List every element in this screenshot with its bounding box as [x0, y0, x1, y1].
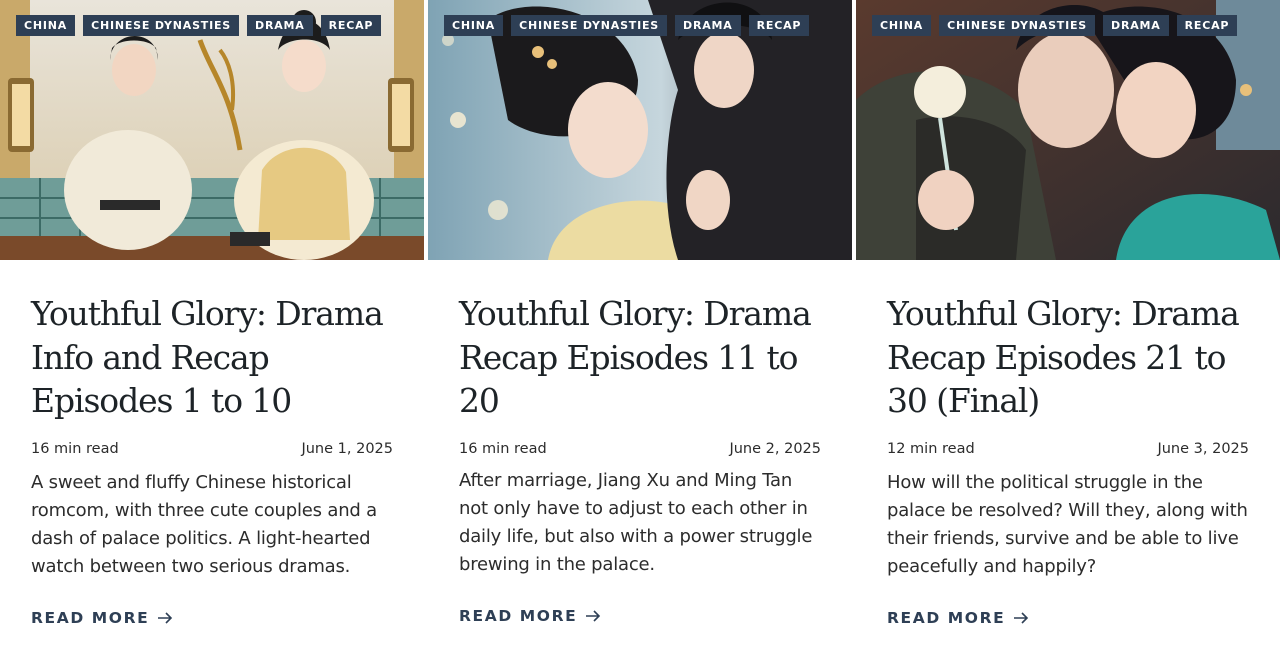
post-thumbnail-image	[856, 0, 1280, 260]
post-grid: CHINA CHINESE DYNASTIES DRAMA RECAP Yout…	[0, 0, 1280, 653]
tag-drama[interactable]: DRAMA	[1103, 15, 1169, 36]
tag-drama[interactable]: DRAMA	[247, 15, 313, 36]
tag-china[interactable]: CHINA	[16, 15, 76, 36]
post-meta: 12 min read June 3, 2025	[887, 441, 1249, 457]
post-body: Youthful Glory: Drama Recap Episodes 11 …	[428, 292, 852, 626]
post-tags: CHINA CHINESE DYNASTIES DRAMA RECAP	[16, 15, 382, 36]
read-more-label: READ MORE	[887, 608, 1006, 627]
tag-recap[interactable]: RECAP	[748, 15, 810, 36]
read-more-label: READ MORE	[31, 608, 150, 627]
post-title[interactable]: Youthful Glory: Drama Info and Recap Epi…	[31, 292, 393, 423]
read-more-label: READ MORE	[459, 606, 578, 625]
post-card: CHINA CHINESE DYNASTIES DRAMA RECAP Yout…	[856, 0, 1280, 653]
read-more-link[interactable]: READ MORE	[887, 609, 1029, 627]
post-excerpt: After marriage, Jiang Xu and Ming Tan no…	[459, 469, 813, 575]
post-excerpt: How will the political struggle in the p…	[887, 471, 1248, 577]
tag-chinese-dynasties[interactable]: CHINESE DYNASTIES	[511, 15, 668, 36]
read-more-link[interactable]: READ MORE	[31, 609, 173, 627]
post-meta: 16 min read June 1, 2025	[31, 441, 393, 457]
post-tags: CHINA CHINESE DYNASTIES DRAMA RECAP	[872, 15, 1238, 36]
post-card: CHINA CHINESE DYNASTIES DRAMA RECAP Yout…	[0, 0, 424, 653]
tag-recap[interactable]: RECAP	[320, 15, 382, 36]
read-time: 12 min read	[887, 440, 975, 457]
post-title[interactable]: Youthful Glory: Drama Recap Episodes 11 …	[459, 292, 821, 423]
post-card: CHINA CHINESE DYNASTIES DRAMA RECAP Yout…	[428, 0, 852, 653]
post-excerpt: A sweet and fluffy Chinese historical ro…	[31, 471, 377, 577]
read-time: 16 min read	[31, 440, 119, 457]
tag-recap[interactable]: RECAP	[1176, 15, 1238, 36]
tag-chinese-dynasties[interactable]: CHINESE DYNASTIES	[83, 15, 240, 36]
arrow-right-icon	[586, 609, 601, 622]
post-date: June 1, 2025	[301, 440, 393, 457]
post-tags: CHINA CHINESE DYNASTIES DRAMA RECAP	[444, 15, 810, 36]
post-date: June 2, 2025	[729, 440, 821, 457]
post-title[interactable]: Youthful Glory: Drama Recap Episodes 21 …	[887, 292, 1249, 423]
tag-china[interactable]: CHINA	[872, 15, 932, 36]
arrow-right-icon	[1014, 611, 1029, 624]
read-time: 16 min read	[459, 440, 547, 457]
post-thumbnail-link[interactable]: CHINA CHINESE DYNASTIES DRAMA RECAP	[856, 0, 1280, 260]
post-body: Youthful Glory: Drama Recap Episodes 21 …	[856, 292, 1280, 628]
post-thumbnail-image	[428, 0, 852, 260]
post-thumbnail-link[interactable]: CHINA CHINESE DYNASTIES DRAMA RECAP	[0, 0, 424, 260]
tag-china[interactable]: CHINA	[444, 15, 504, 36]
post-date: June 3, 2025	[1157, 440, 1249, 457]
post-thumbnail-link[interactable]: CHINA CHINESE DYNASTIES DRAMA RECAP	[428, 0, 852, 260]
post-body: Youthful Glory: Drama Info and Recap Epi…	[0, 292, 424, 628]
tag-drama[interactable]: DRAMA	[675, 15, 741, 36]
read-more-link[interactable]: READ MORE	[459, 607, 601, 625]
arrow-right-icon	[158, 611, 173, 624]
post-meta: 16 min read June 2, 2025	[459, 441, 821, 457]
tag-chinese-dynasties[interactable]: CHINESE DYNASTIES	[939, 15, 1096, 36]
post-thumbnail-image	[0, 0, 424, 260]
